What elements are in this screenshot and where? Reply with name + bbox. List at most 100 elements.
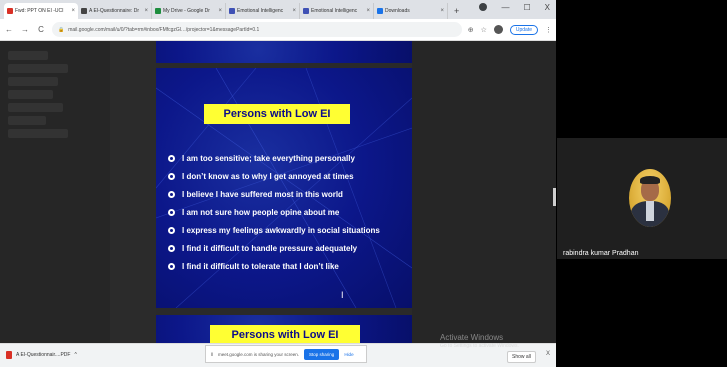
close-tab-icon[interactable]: × [218,8,222,14]
sidebar-placeholder [8,103,63,112]
bullet-icon [168,208,175,216]
avatar-hair [640,176,660,184]
forward-button[interactable]: → [20,25,30,34]
profile-icon[interactable] [479,3,488,11]
zoom-icon[interactable]: ⊕ [468,26,474,34]
next-slide-title: Persons with Low EI [210,325,360,343]
address-bar-icons: ⊕ ☆ Update ⋮ [468,24,552,35]
download-filename: A EI-Questionnair....PDF [16,352,71,358]
gmail-right-pane [412,41,556,343]
maximize-button[interactable]: ☐ [523,3,530,12]
scrollbar[interactable] [553,188,556,206]
share-icon: ⦀ [211,351,213,357]
list-item: I don’t know as to why I get annoyed at … [168,167,380,185]
bullet-text: I find it difficult to tolerate that I d… [182,261,339,271]
update-button[interactable]: Update [509,24,538,35]
show-all-button[interactable]: Show all [507,351,536,363]
close-window-button[interactable]: X [545,3,550,12]
participant-avatar [629,169,671,227]
bullet-icon [168,226,175,234]
activate-windows-subtext: Go to Settings to activate Windows. [440,343,519,349]
minimize-button[interactable]: — [501,3,509,12]
avatar-shirt [646,201,654,221]
tab-5[interactable]: Downloads × [374,3,448,19]
drive-icon [155,8,161,14]
screen-share-bar: ⦀ meet.google.com is sharing your screen… [205,345,367,363]
bullet-icon [168,244,175,252]
sidebar-placeholder [8,116,46,125]
tab-title: Emotional Intelligenc [237,8,284,14]
share-message: meet.google.com is sharing your screen. [217,351,300,357]
bullet-icon [168,172,175,180]
bullet-text: I express my feelings awkwardly in socia… [182,225,380,235]
list-item: I find it difficult to tolerate that I d… [168,257,380,275]
new-tab-button[interactable]: + [448,3,465,19]
tab-title: Downloads [385,8,410,14]
close-tab-icon[interactable]: × [440,8,444,14]
tab-3[interactable]: Emotional Intelligenc × [226,3,300,19]
bullet-text: I believe I have suffered most in this w… [182,189,343,199]
slides-icon [303,8,309,14]
sidebar-placeholder [8,51,48,60]
list-item: I express my feelings awkwardly in socia… [168,221,380,239]
bullet-icon [168,154,175,162]
sidebar-placeholder [8,64,68,73]
bullet-text: I am too sensitive; take everything pers… [182,153,355,163]
close-tab-icon[interactable]: × [366,8,370,14]
lock-icon: 🔒 [58,26,65,33]
hide-button[interactable]: Hide [344,352,353,357]
pdf-icon [6,351,12,359]
tab-title: Fwd: PPT ON EI -UCI [15,8,64,14]
list-item: I find it difficult to handle pressure a… [168,239,380,257]
sidebar-placeholder [8,129,68,138]
window-controls: — ☐ X [479,3,550,12]
list-item: I am not sure how people opine about me [168,203,380,221]
slide-title: Persons with Low EI [204,104,350,124]
previous-slide [156,41,412,63]
activate-windows-watermark: Activate Windows [440,333,504,342]
url-input[interactable]: 🔒 mail.google.com/mail/u/0/?tab=rm#inbox… [52,22,462,37]
bullet-text: I find it difficult to handle pressure a… [182,243,358,253]
bullet-icon [168,262,175,270]
gmail-sidebar [0,41,110,343]
bullet-text: I am not sure how people opine about me [182,207,340,217]
list-item: I believe I have suffered most in this w… [168,185,380,203]
close-tab-icon[interactable]: × [71,8,75,14]
browser-tab-bar: Fwd: PPT ON EI -UCI × A EI-Questionnaire… [0,0,556,19]
tab-title: Emotional Intelligenc [311,8,358,14]
tab-1[interactable]: A EI-Questionnaire: Dr × [78,3,152,19]
menu-icon[interactable]: ⋮ [545,26,552,34]
stop-sharing-button[interactable]: Stop sharing [304,348,340,360]
slides-icon [229,8,235,14]
text-cursor-icon: I [341,290,344,300]
address-bar: ← → C 🔒 mail.google.com/mail/u/0/?tab=rm… [0,19,556,41]
gmail-message-pane [110,41,156,343]
bullet-list: I am too sensitive; take everything pers… [168,149,380,275]
download-icon [377,8,383,14]
close-tab-icon[interactable]: × [292,8,296,14]
reload-button[interactable]: C [36,25,46,34]
page-content: Persons with Low EI I am too sensitive; … [0,41,556,343]
tab-2[interactable]: My Drive - Google Dr × [152,3,226,19]
close-download-bar-button[interactable]: X [546,351,550,357]
participant-name: rabindra kumar Pradhan [563,250,639,257]
tab-0[interactable]: Fwd: PPT ON EI -UCI × [4,3,78,19]
bookmark-star-icon[interactable]: ☆ [481,26,487,34]
account-avatar[interactable] [493,25,503,34]
url-text: mail.google.com/mail/u/0/?tab=rm#inbox/F… [68,26,260,33]
tab-favicon-icon [81,8,87,14]
download-item[interactable]: A EI-Questionnair....PDF ^ [6,351,77,359]
close-tab-icon[interactable]: × [144,8,148,14]
sidebar-placeholder [8,77,58,86]
participant-tile[interactable]: rabindra kumar Pradhan [557,138,727,259]
bullet-text: I don’t know as to why I get annoyed at … [182,171,354,181]
screen: Fwd: PPT ON EI -UCI × A EI-Questionnaire… [0,0,727,367]
tab-4[interactable]: Emotional Intelligenc × [300,3,374,19]
sidebar-placeholder [8,90,53,99]
tab-title: A EI-Questionnaire: Dr [89,8,140,14]
back-button[interactable]: ← [4,25,14,34]
chevron-up-icon[interactable]: ^ [74,352,76,358]
list-item: I am too sensitive; take everything pers… [168,149,380,167]
presentation-slide: Persons with Low EI I am too sensitive; … [156,68,412,308]
bullet-icon [168,190,175,198]
